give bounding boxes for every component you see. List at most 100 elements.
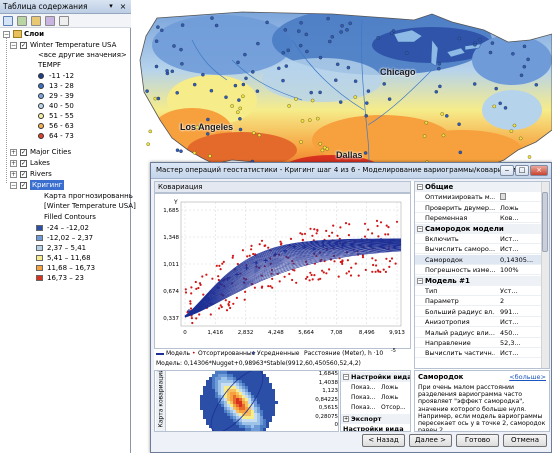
list-by-source-icon[interactable] <box>17 16 27 26</box>
x-tick-label: 2,832 <box>238 330 254 336</box>
surface-cell <box>254 416 257 419</box>
surface-cell <box>251 410 254 413</box>
property-row[interactable]: Включить Ист... <box>415 234 541 244</box>
property-row[interactable]: Погрешность изме... 100% <box>415 265 541 276</box>
surface-cell <box>251 422 254 425</box>
city-point <box>179 47 183 52</box>
help-more-link[interactable]: <больше> <box>509 373 546 381</box>
next-button[interactable]: Далее > <box>409 434 452 447</box>
scrollbar-thumb[interactable] <box>542 192 548 252</box>
surface-cell <box>266 383 269 386</box>
rivers-checkbox[interactable]: ✓ <box>20 171 27 178</box>
city-point <box>509 129 514 133</box>
close-button[interactable]: × <box>530 165 548 176</box>
minimize-button[interactable]: ‒ <box>500 165 514 176</box>
legend-sorted: Отсортированные <box>198 350 256 357</box>
city-point <box>318 55 323 60</box>
surface-cell <box>257 374 260 377</box>
surface-cell <box>257 386 260 389</box>
covariance-chart[interactable]: Y 1,685 1,348 1,011 0,674 0,337 0 1,416 2,832 4,2… <box>154 193 411 349</box>
list-by-visibility-icon[interactable] <box>31 16 41 26</box>
property-row[interactable]: Вычислить частичн... Ист... <box>415 348 541 359</box>
kriging-checkbox[interactable]: ✓ <box>20 182 27 189</box>
properties-scrollbar[interactable] <box>541 182 549 368</box>
cancel-button[interactable]: Отмена <box>503 434 547 447</box>
optimize-icon[interactable] <box>500 193 506 201</box>
property-row[interactable]: Тип Уст... <box>415 286 541 296</box>
sorted-point <box>354 262 357 265</box>
property-row[interactable]: Малый радиус вли... 450... <box>415 328 541 338</box>
sorted-point <box>190 292 193 295</box>
surface-cell <box>248 419 251 422</box>
property-category[interactable]: − Общие <box>415 182 541 192</box>
kriging-layer-label[interactable]: Кригинг <box>30 180 65 190</box>
city-point <box>472 82 477 86</box>
winter-visibility-checkbox[interactable]: ✓ <box>20 42 27 49</box>
list-by-selection-icon[interactable] <box>45 16 55 26</box>
property-row[interactable]: Оптимизировать м... <box>415 192 541 203</box>
surface-cell <box>272 392 275 395</box>
surface-cell <box>215 395 218 398</box>
view-settings-category[interactable]: − Настройки вида <box>341 372 410 382</box>
list-by-drawing-order-icon[interactable] <box>3 16 13 26</box>
options-icon[interactable] <box>59 16 69 26</box>
screen: Chicago Los Angeles Dallas Таблица содер… <box>0 0 552 453</box>
property-row[interactable]: Параметр 2 <box>415 296 541 307</box>
sorted-point <box>344 222 348 225</box>
surface-cell <box>239 413 242 416</box>
surface-cell <box>251 425 254 428</box>
surface-cell <box>206 383 209 386</box>
surface-cell <box>263 386 266 389</box>
sorted-point <box>374 259 377 262</box>
surface-cell <box>221 416 224 419</box>
properties-grid: − Общие Оптимизировать м... Проверить дву… <box>414 181 550 369</box>
property-row[interactable]: Проверить двумер... Ложь <box>415 203 541 213</box>
surface-cell <box>266 392 269 395</box>
pin-icon[interactable]: ▾ <box>106 2 116 12</box>
property-row[interactable]: Больший радиус вл... 991... <box>415 307 541 317</box>
sorted-point <box>217 275 220 278</box>
view-setting-row[interactable]: Показ... Ложь <box>341 393 410 403</box>
property-row[interactable]: Направление 52,3... <box>415 338 541 348</box>
sorted-point <box>376 224 379 228</box>
view-setting-row[interactable]: Показ... Отсор... <box>341 403 410 413</box>
maximize-button[interactable]: □ <box>515 165 529 176</box>
sorted-point <box>350 266 353 269</box>
surface-cell <box>227 380 230 383</box>
property-row[interactable]: Вычислить саморо... Ист... <box>415 244 541 255</box>
surface-cell <box>257 371 260 374</box>
property-row[interactable]: Самородок 0,14305... <box>415 254 541 265</box>
map-label-los-angeles: Los Angeles <box>180 122 234 132</box>
export-category[interactable]: + Экспорт <box>341 414 410 424</box>
property-row[interactable]: Анизотропия Ист... <box>415 317 541 328</box>
surface-cell <box>227 416 230 419</box>
legend-averaged: Усредненные <box>257 350 300 357</box>
surface-cell <box>227 419 230 422</box>
city-point <box>522 44 527 49</box>
property-row[interactable]: Переменная Ков... <box>415 213 541 224</box>
surface-cell <box>215 398 218 401</box>
property-category[interactable]: − Модель #1 <box>415 275 541 286</box>
surface-cell <box>230 401 233 404</box>
surface-cell <box>257 413 260 416</box>
surface-cell <box>233 407 236 410</box>
surface-cell <box>248 410 251 413</box>
sorted-point <box>189 302 192 305</box>
back-button[interactable]: < Назад <box>362 434 405 447</box>
surface-cell <box>212 401 215 404</box>
city-point <box>518 136 523 141</box>
class-symbol-icon <box>38 133 44 139</box>
close-icon[interactable]: × <box>118 2 128 12</box>
sorted-point <box>232 302 235 305</box>
view-setting-row[interactable]: Показ... Ложь <box>341 383 410 393</box>
surface-cell <box>233 416 236 419</box>
chart-legend: Модель • Отсортированные + Усредненные Р… <box>154 348 411 359</box>
lakes-checkbox[interactable]: ✓ <box>20 160 27 167</box>
surface-cell <box>224 398 227 401</box>
toc-title-bar: Таблица содержания ▾ × <box>0 0 131 14</box>
surface-cell <box>239 404 242 407</box>
finish-button[interactable]: Готово <box>456 434 499 447</box>
covariance-surface[interactable]: Карта ковариаций 1,6845 1,4038 1,123 0,8422… <box>154 370 339 432</box>
major-cities-checkbox[interactable]: ✓ <box>20 149 27 156</box>
property-category[interactable]: − Самородок модели <box>415 223 541 234</box>
